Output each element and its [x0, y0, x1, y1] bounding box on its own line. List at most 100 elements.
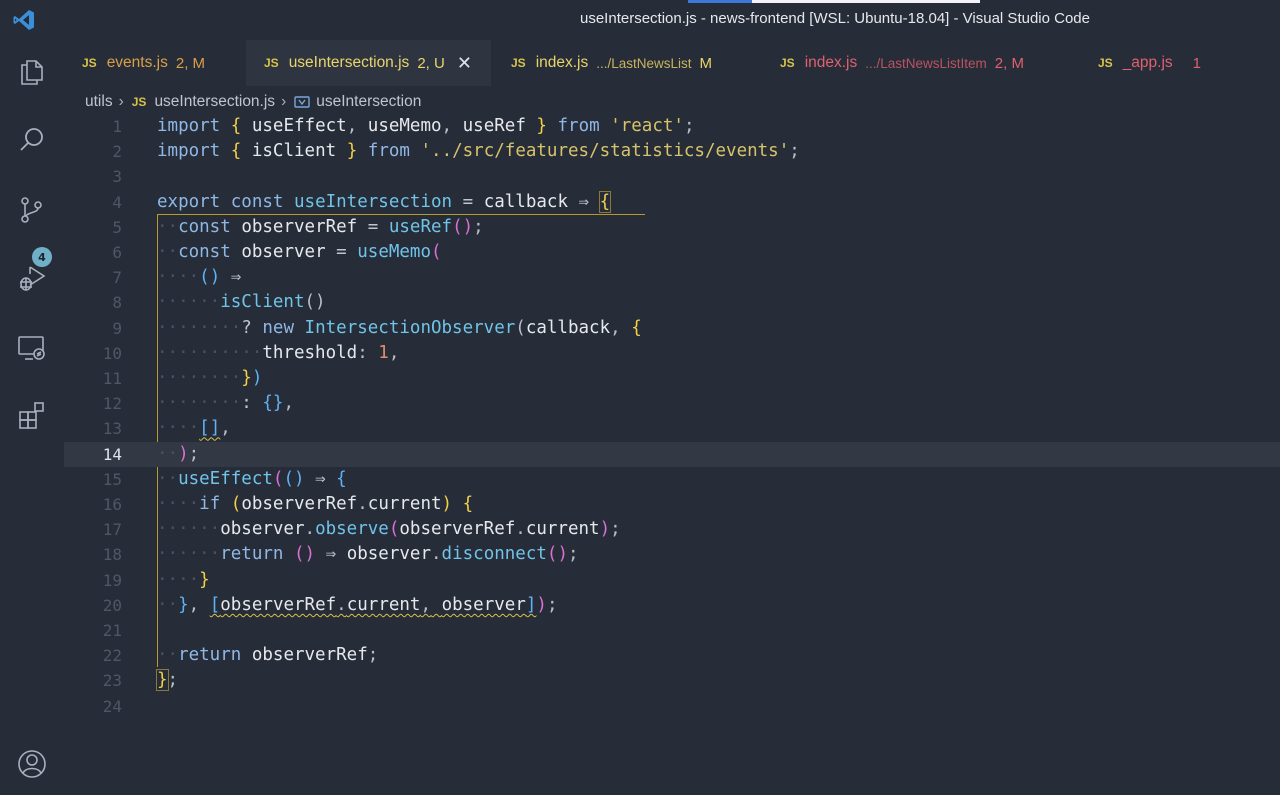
tab-app-js[interactable]: JS _app.js 1: [1080, 40, 1280, 86]
line-number: 2: [112, 142, 122, 162]
tab-index-js-lastnewslistitem[interactable]: JS index.js .../LastNewsListItem 2, M: [762, 40, 1080, 86]
editor-tabs: JS events.js 2, M JS useIntersection.js …: [64, 40, 1280, 86]
code-text: ······isClient(): [157, 292, 326, 313]
code-line: 24: [64, 694, 1280, 719]
code-text: ········}): [157, 368, 263, 388]
breadcrumb-file[interactable]: useIntersection.js: [154, 93, 275, 111]
tab-label: events.js: [106, 54, 168, 71]
code-text: ····if (observerRef.current) {: [157, 494, 474, 514]
line-number: 24: [102, 696, 122, 716]
remote-explorer-icon[interactable]: [14, 330, 50, 366]
line-number: 22: [102, 646, 122, 666]
javascript-file-icon: JS: [264, 56, 279, 70]
window-title: useIntersection.js - news-frontend [WSL:…: [580, 10, 1090, 27]
code-line: 2 import { isClient } from '../src/featu…: [64, 139, 1280, 164]
tab-status: 2, U: [417, 54, 445, 72]
tab-path: .../LastNewsListItem: [865, 55, 987, 71]
tab-label: index.js: [535, 54, 589, 71]
line-number: 1: [112, 117, 122, 136]
code-text: ··return observerRef;: [157, 645, 379, 666]
code-editor[interactable]: 1 import { useEffect, useMemo, useRef } …: [64, 114, 1280, 795]
line-number: 11: [102, 369, 122, 388]
code-text: ······return () ⇒ observer.disconnect();: [157, 544, 579, 565]
line-number: 4: [112, 192, 122, 212]
code-text: ··);: [157, 443, 200, 464]
code-line: 16 ····if (observerRef.current) {: [64, 492, 1280, 517]
line-number: 13: [102, 419, 122, 439]
line-number: 19: [102, 570, 122, 590]
extensions-icon[interactable]: [14, 398, 50, 434]
tab-label: useIntersection.js: [288, 54, 410, 71]
code-text: };: [156, 669, 179, 692]
line-number: 20: [102, 595, 122, 615]
code-line: 7 ····() ⇒: [64, 265, 1280, 290]
code-line: 15 ··useEffect(() ⇒ {: [64, 467, 1280, 492]
code-line: 12 ········: {},: [64, 391, 1280, 416]
account-icon[interactable]: [14, 746, 50, 782]
chevron-right-icon: ›: [281, 93, 287, 110]
code-text: ··········threshold: 1,: [157, 342, 400, 363]
code-line: 8 ······isClient(): [64, 290, 1280, 315]
code-text: import { isClient } from '../src/feature…: [157, 141, 800, 162]
close-icon[interactable]: ✕: [457, 53, 472, 74]
javascript-file-icon: JS: [511, 56, 526, 70]
javascript-file-icon: JS: [1098, 56, 1113, 70]
line-number: 18: [102, 545, 122, 565]
line-number: 5: [112, 217, 122, 237]
code-line: 22 ··return observerRef;: [64, 643, 1280, 668]
line-number: 8: [112, 293, 122, 313]
line-number: 12: [102, 394, 122, 414]
line-number: 3: [112, 167, 122, 187]
code-line: 9 ········? new IntersectionObserver(cal…: [64, 316, 1280, 341]
tab-label: _app.js: [1122, 54, 1173, 71]
line-number: 14: [102, 444, 122, 464]
code-line: 13 ····[],: [64, 416, 1280, 441]
line-number: 15: [102, 469, 122, 489]
vscode-logo-icon[interactable]: [12, 8, 36, 32]
code-line: 19 ····}: [64, 568, 1280, 593]
chevron-right-icon: ›: [118, 93, 124, 110]
line-number: 7: [112, 268, 122, 288]
tab-events-js[interactable]: JS events.js 2, M: [64, 40, 244, 86]
tab-status: M: [699, 54, 713, 72]
line-number: 16: [102, 495, 122, 514]
files-icon[interactable]: [14, 54, 50, 90]
code-text: ··}, [observerRef.current, observer]);: [157, 594, 558, 615]
line-number: 23: [102, 671, 122, 691]
run-debug-icon[interactable]: [14, 260, 50, 296]
line-number: 9: [112, 318, 122, 338]
code-text: ······observer.observe(observerRef.curre…: [157, 519, 621, 540]
breadcrumb-folder[interactable]: utils: [85, 93, 113, 111]
tab-index-js-lastnewslist[interactable]: JS index.js .../LastNewsList M: [493, 40, 763, 86]
tab-status: 1: [1192, 54, 1202, 72]
code-line: 20 ··}, [observerRef.current, observer])…: [64, 593, 1280, 618]
breadcrumb-symbol[interactable]: useIntersection: [316, 93, 421, 111]
code-line: 21: [64, 618, 1280, 643]
code-line: 5 ··const observerRef = useRef();: [64, 215, 1280, 240]
symbol-variable-icon: [294, 96, 310, 108]
source-control-icon[interactable]: [14, 192, 50, 228]
search-icon[interactable]: [14, 122, 50, 158]
code-text: export const useIntersection = callback …: [157, 190, 612, 213]
code-text: import { useEffect, useMemo, useRef } fr…: [157, 116, 695, 136]
title-bar: useIntersection.js - news-frontend [WSL:…: [0, 0, 1280, 40]
code-text: ··const observer = useMemo(: [157, 242, 442, 262]
code-text: ····[],: [157, 418, 231, 439]
javascript-file-icon: JS: [780, 56, 795, 70]
code-line: 23 };: [64, 668, 1280, 693]
code-line: 1 import { useEffect, useMemo, useRef } …: [64, 114, 1280, 139]
code-text: ········: {},: [157, 393, 295, 414]
tab-useintersection-js[interactable]: JS useIntersection.js 2, U ✕: [246, 40, 491, 86]
tab-status: 2, M: [175, 54, 206, 72]
activity-bar: 4: [0, 40, 64, 795]
line-number: 17: [102, 520, 122, 540]
code-line: 10 ··········threshold: 1,: [64, 341, 1280, 366]
code-line: 3: [64, 164, 1280, 189]
tab-label: index.js: [804, 54, 858, 71]
line-number: 6: [112, 243, 122, 262]
breadcrumb: utils › JS useIntersection.js › useInter…: [85, 90, 421, 114]
code-text: ··const observerRef = useRef();: [157, 216, 484, 237]
code-line: 6 ··const observer = useMemo(: [64, 240, 1280, 265]
javascript-file-icon: JS: [82, 56, 97, 70]
code-line: 11 ········}): [64, 366, 1280, 391]
